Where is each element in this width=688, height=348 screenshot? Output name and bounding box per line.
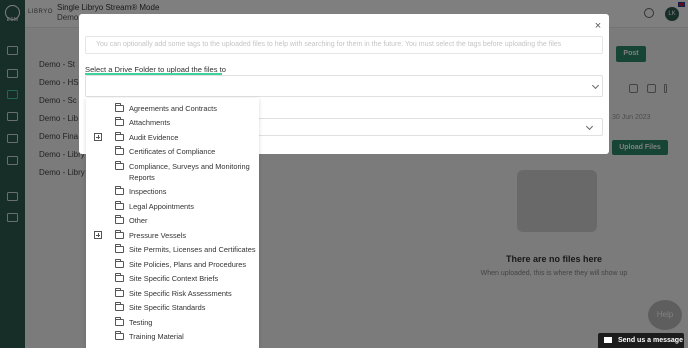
folder-icon bbox=[115, 273, 124, 282]
folder-label: Attachments bbox=[129, 118, 171, 127]
folder-icon bbox=[115, 302, 124, 311]
expand-plus-icon[interactable] bbox=[94, 133, 102, 141]
folder-label: Compliance, Surveys and Monitoring Repor… bbox=[129, 162, 250, 182]
folder-label: Inspections bbox=[129, 187, 167, 196]
folder-label: Agreements and Contracts bbox=[129, 104, 217, 113]
close-icon[interactable]: × bbox=[591, 19, 605, 33]
folder-icon bbox=[115, 317, 124, 326]
tags-input[interactable]: You can optionally add some tags to the … bbox=[85, 36, 603, 54]
folder-icon bbox=[115, 230, 124, 239]
drive-folder-select[interactable] bbox=[85, 75, 603, 97]
folder-icon bbox=[115, 331, 124, 340]
folder-label: Site Permits, Licenses and Certificates bbox=[129, 245, 256, 254]
folder-icon bbox=[115, 215, 124, 224]
expand-plus-icon[interactable] bbox=[94, 231, 102, 239]
folder-icon bbox=[115, 244, 124, 253]
send-message-button[interactable]: Send us a message bbox=[598, 333, 684, 348]
folder-label: Site Policies, Plans and Procedures bbox=[129, 260, 247, 269]
folder-icon bbox=[115, 132, 124, 141]
folder-label: Site Specific Standards bbox=[129, 303, 206, 312]
chevron-down-icon bbox=[591, 81, 600, 90]
folder-label: Training Material bbox=[129, 332, 184, 341]
folder-icon bbox=[115, 161, 124, 170]
send-message-label: Send us a message bbox=[618, 337, 683, 344]
folder-icon bbox=[115, 103, 124, 112]
folder-icon bbox=[115, 201, 124, 210]
folder-label: Other bbox=[129, 216, 148, 225]
folder-icon bbox=[115, 186, 124, 195]
folder-label: Site Specific Risk Assessments bbox=[129, 289, 232, 298]
folder-icon bbox=[115, 117, 124, 126]
folder-icon bbox=[115, 259, 124, 268]
folder-icon bbox=[115, 288, 124, 297]
folder-label: Testing bbox=[129, 318, 153, 327]
secondary-select[interactable] bbox=[257, 118, 603, 136]
folder-icon bbox=[115, 146, 124, 155]
envelope-icon bbox=[604, 337, 612, 344]
folder-label: Audit Evidence bbox=[129, 133, 179, 142]
folder-label: Site Specific Context Briefs bbox=[129, 274, 219, 283]
folder-tree-dropdown: Agreements and Contracts Attachments Aud… bbox=[86, 98, 259, 348]
folder-label: Legal Appointments bbox=[129, 202, 194, 211]
folder-label: Certificates of Compliance bbox=[129, 147, 216, 156]
folder-label: Pressure Vessels bbox=[129, 231, 187, 240]
chevron-down-icon bbox=[585, 122, 594, 131]
